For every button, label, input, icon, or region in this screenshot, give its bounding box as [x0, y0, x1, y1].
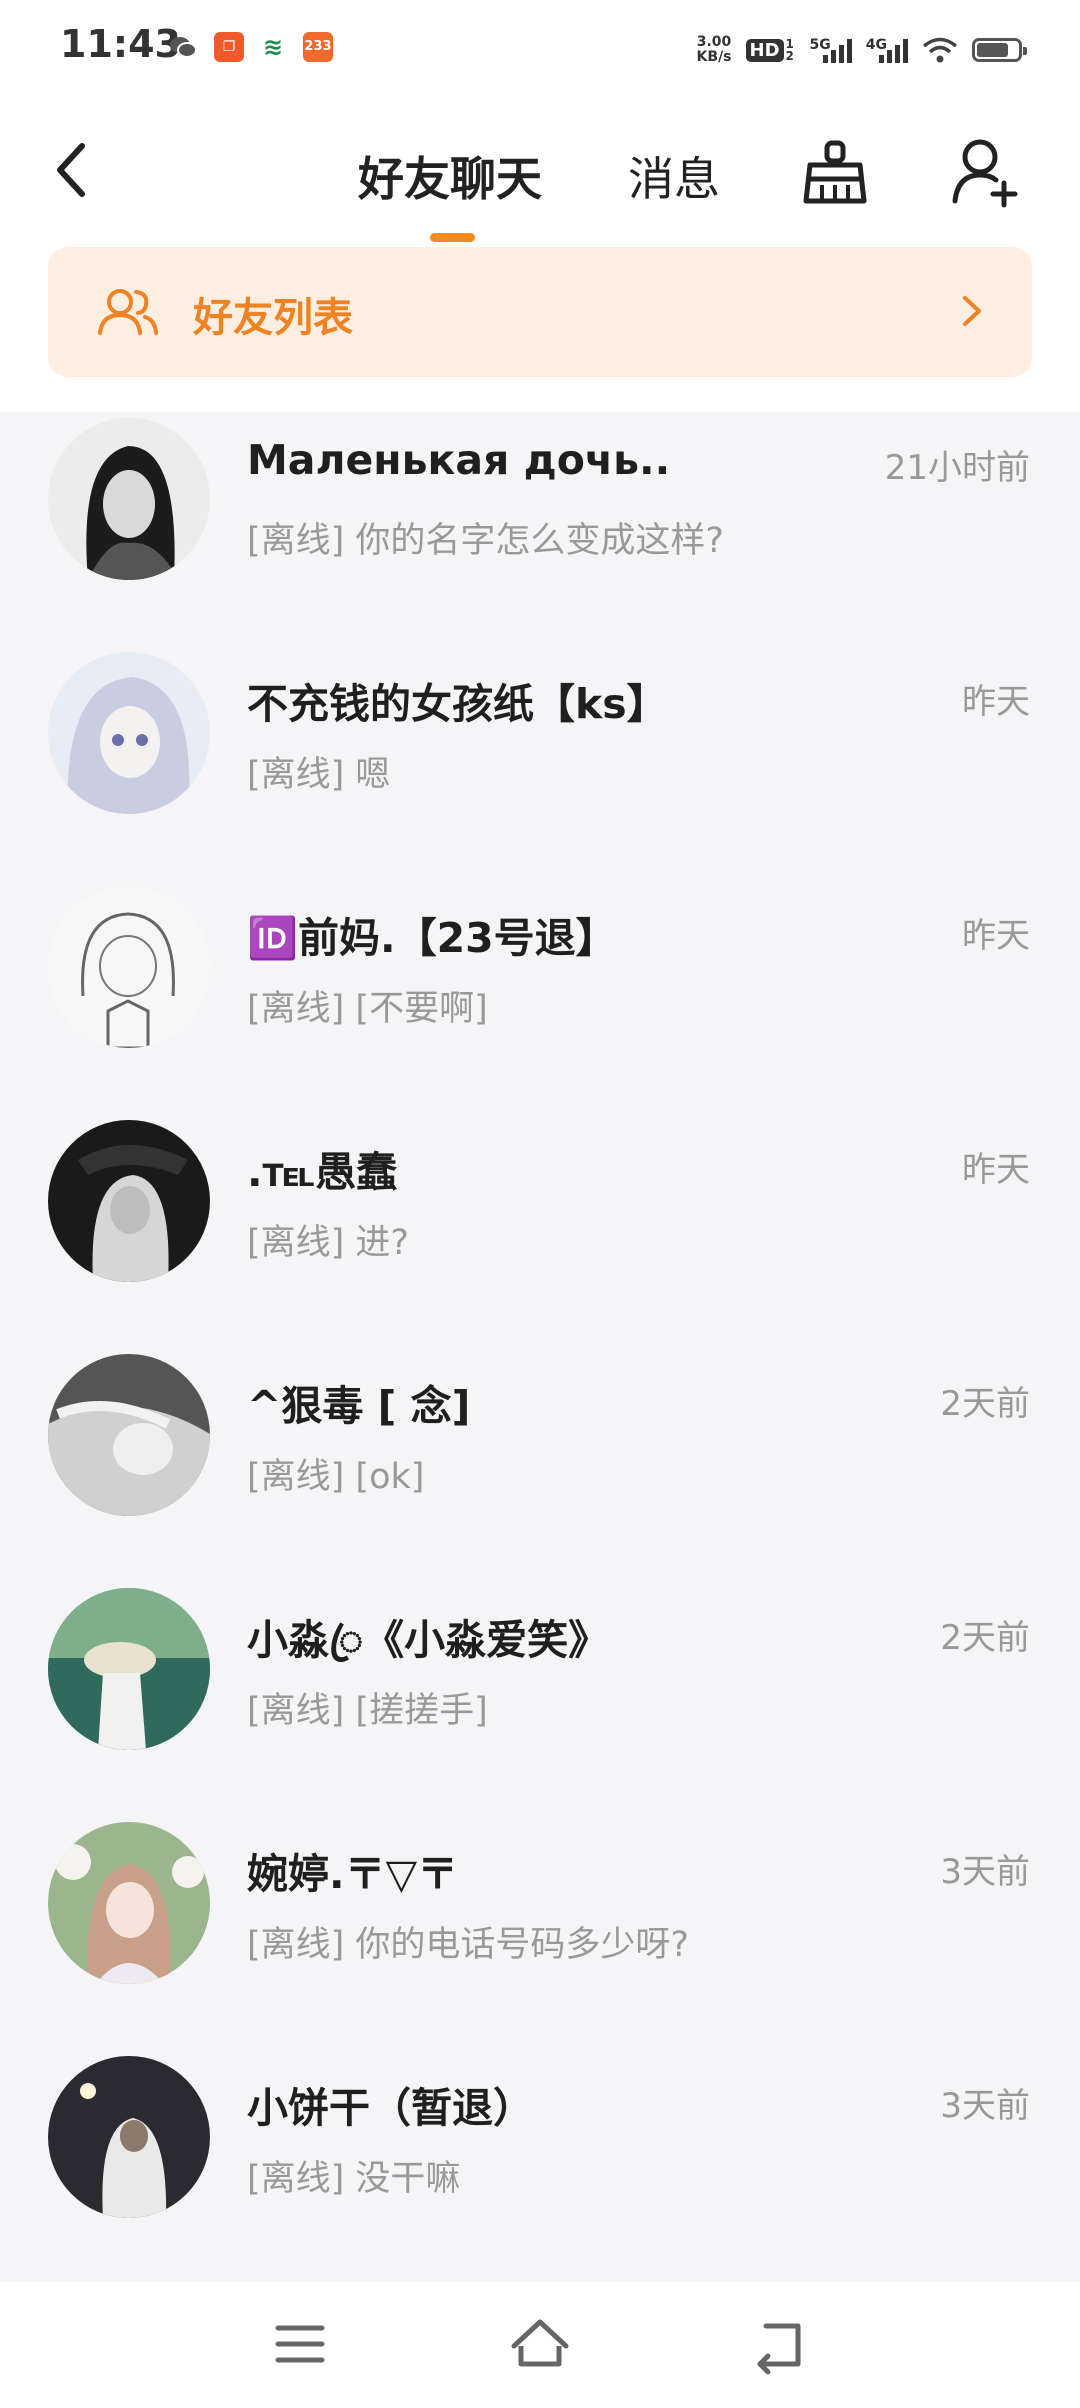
chat-name: Маленькая дочь..: [247, 436, 671, 484]
chat-time: 昨天: [962, 1150, 1030, 1190]
chat-row[interactable]: 小饼干（暂退） 3天前 [离线] 没干嘛: [0, 2050, 1080, 2284]
avatar: [48, 1822, 210, 1984]
back-arrow-icon[interactable]: [50, 140, 94, 200]
chat-preview: [离线] 你的名字怎么变成这样?: [247, 521, 725, 561]
menu-icon[interactable]: [268, 2312, 332, 2376]
avatar: [48, 652, 210, 814]
chat-row[interactable]: .℡愚蠢 昨天 [离线] 进?: [0, 1114, 1080, 1348]
wifi-icon: [922, 37, 958, 63]
signal-4g-icon: 4G: [866, 37, 908, 63]
avatar: [48, 1120, 210, 1282]
back-nav-icon[interactable]: [748, 2312, 812, 2376]
chat-time: 2天前: [940, 1618, 1030, 1658]
add-friend-icon[interactable]: [950, 135, 1020, 210]
chat-name: 小淼ꦿ《小淼爱笑》: [247, 1616, 610, 1664]
chat-preview: [离线] 嗯: [247, 755, 391, 795]
friends-list-banner[interactable]: 好友列表: [48, 247, 1032, 377]
active-tab-indicator: [430, 233, 475, 242]
chat-preview: [离线] 进?: [247, 1223, 410, 1263]
app-icon-orange: ❐: [214, 32, 244, 62]
battery-icon: [972, 38, 1027, 62]
app-icon-233: 233: [303, 32, 333, 62]
chat-time: 昨天: [962, 682, 1030, 722]
chat-name: .℡愚蠢: [247, 1148, 398, 1196]
broom-clear-icon[interactable]: [800, 135, 870, 210]
chat-preview: [离线] [ok]: [247, 1457, 425, 1497]
avatar: [48, 418, 210, 580]
chat-time: 昨天: [962, 916, 1030, 956]
avatar: [48, 1354, 210, 1516]
avatar: [48, 886, 210, 1048]
chat-name: ^狠毒 [ 念]: [247, 1382, 471, 1430]
chat-preview: [离线] [不要啊]: [247, 989, 488, 1029]
chat-name: 小饼干（暂退）: [247, 2084, 534, 2132]
chat-row[interactable]: 小淼ꦿ《小淼爱笑》 2天前 [离线] [搓搓手]: [0, 1582, 1080, 1816]
chat-preview: [离线] 没干嘛: [247, 2159, 461, 2199]
chevron-right-icon: [963, 296, 981, 326]
friends-list-label: 好友列表: [193, 295, 353, 341]
chat-time: 3天前: [940, 1852, 1030, 1892]
network-speed: 3.00 KB/s: [696, 34, 732, 65]
chat-time: 3天前: [940, 2086, 1030, 2126]
avatar: [48, 1588, 210, 1750]
chat-row[interactable]: Маленькая дочь.. 21小时前 [离线] 你的名字怎么变成这样?: [0, 412, 1080, 646]
chat-time: 2天前: [940, 1384, 1030, 1424]
friends-icon: [98, 289, 158, 335]
status-time: 11:43: [60, 22, 181, 66]
home-icon[interactable]: [508, 2312, 572, 2376]
chat-name: 婉婷.〒▽〒: [247, 1850, 459, 1898]
chat-row[interactable]: 不充钱的女孩纸【ks】 昨天 [离线] 嗯: [0, 646, 1080, 880]
system-nav-bar: [0, 2282, 1080, 2408]
chat-name: 不充钱的女孩纸【ks】: [247, 680, 668, 728]
chat-preview: [离线] [搓搓手]: [247, 1691, 488, 1731]
tab-friend-chat[interactable]: 好友聊天: [358, 143, 542, 209]
wechat-icon: [170, 37, 197, 58]
chat-row[interactable]: ^狠毒 [ 念] 2天前 [离线] [ok]: [0, 1348, 1080, 1582]
chat-row[interactable]: 婉婷.〒▽〒 3天前 [离线] 你的电话号码多少呀?: [0, 1816, 1080, 2050]
chat-row[interactable]: 🆔前妈.【23号退】 昨天 [离线] [不要啊]: [0, 880, 1080, 1114]
tab-messages[interactable]: 消息: [628, 143, 720, 209]
chat-preview: [离线] 你的电话号码多少呀?: [247, 1925, 690, 1965]
signal-5g-icon: 5G: [810, 37, 852, 63]
status-bar: 11:43 ❐ ≋ 233 3.00 KB/s HD 1 2 5G 4G: [0, 0, 1080, 100]
chat-time: 21小时前: [884, 448, 1030, 488]
hd-sub: 1 2: [785, 37, 794, 63]
chat-name: 🆔前妈.【23号退】: [247, 914, 617, 962]
app-icon-green: ≋: [258, 32, 288, 62]
status-indicators: 3.00 KB/s HD 1 2 5G 4G: [696, 30, 1027, 70]
avatar: [48, 2056, 210, 2218]
hd-icon: HD: [745, 38, 784, 62]
